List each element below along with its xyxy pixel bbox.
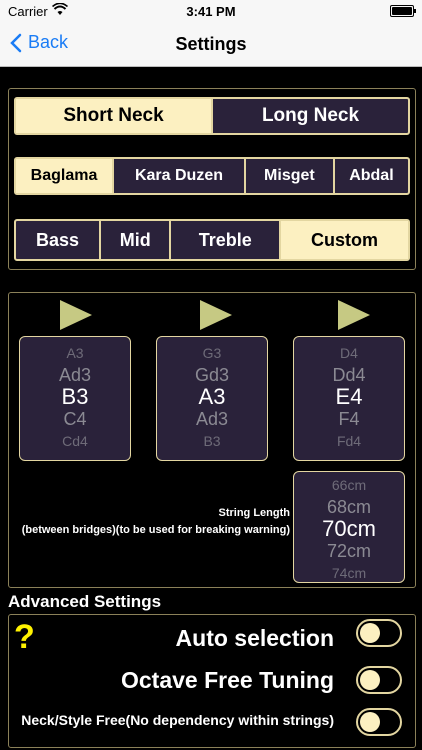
style-option-kara-duzen[interactable]: Kara Duzen	[112, 159, 244, 193]
clock: 3:41 PM	[186, 4, 236, 19]
note-picker-2[interactable]: G3 Gd3 A3 Ad3 B3	[156, 336, 268, 461]
neck-option-short[interactable]: Short Neck	[16, 99, 211, 133]
picker-row: C4	[63, 409, 87, 429]
string-option-bass[interactable]: Bass	[16, 221, 99, 259]
neck-segmented-control: Short Neck Long Neck	[14, 97, 410, 135]
picker-row: B3	[203, 433, 221, 449]
picker-row: Ad3	[58, 365, 92, 385]
string-option-treble[interactable]: Treble	[169, 221, 279, 259]
picker-row: 66cm	[331, 477, 367, 493]
style-option-misget[interactable]: Misget	[243, 159, 333, 193]
help-button[interactable]: ?	[14, 618, 35, 657]
toggle-knob	[360, 623, 380, 643]
picker-row: Ad3	[195, 409, 229, 429]
auto-selection-toggle[interactable]	[356, 619, 402, 647]
picker-row: Fd4	[336, 433, 362, 449]
string-option-custom[interactable]: Custom	[278, 221, 408, 259]
picker-row: D4	[340, 345, 358, 361]
style-option-abdal[interactable]: Abdal	[332, 159, 408, 193]
auto-selection-label: Auto selection	[175, 625, 334, 651]
picker-row: 68cm	[326, 497, 371, 517]
string-length-label: String Length (between bridges)(to be us…	[14, 507, 290, 536]
picker-row: Gd3	[194, 365, 230, 385]
note-picker-3[interactable]: D4 Dd4 E4 F4 Fd4	[293, 336, 405, 461]
advanced-settings-title: Advanced Settings	[8, 592, 162, 611]
octave-free-tuning-toggle[interactable]	[356, 666, 402, 694]
picker-row: G3	[202, 345, 222, 361]
tuning-style-segmented-control: Baglama Kara Duzen Misget Abdal	[14, 157, 410, 195]
play-icon[interactable]	[338, 300, 370, 330]
picker-row: 74cm	[331, 565, 367, 581]
string-length-picker[interactable]: 66cm 68cm 70cm 72cm 74cm	[293, 471, 405, 583]
picker-row: Dd4	[332, 365, 366, 385]
toggle-knob	[360, 670, 380, 690]
neck-option-long[interactable]: Long Neck	[211, 99, 408, 133]
picker-row: A3	[66, 345, 84, 361]
battery-icon	[390, 5, 416, 17]
picker-row: 72cm	[326, 541, 371, 561]
picker-row: Cd4	[62, 433, 88, 449]
string-length-subtitle: (between bridges)(to be used for breakin…	[21, 524, 290, 536]
style-option-baglama[interactable]: Baglama	[16, 159, 113, 193]
picker-row-selected: B3	[61, 384, 89, 409]
picker-row-selected: 70cm	[322, 516, 376, 541]
picker-row: F4	[338, 409, 360, 429]
neck-style-free-toggle[interactable]	[356, 708, 402, 736]
string-group-segmented-control: Bass Mid Treble Custom	[14, 219, 410, 261]
neck-style-free-label: Neck/Style Free(No dependency within str…	[21, 712, 334, 728]
play-icon[interactable]	[200, 300, 232, 330]
string-length-title: String Length	[218, 507, 291, 519]
play-icon[interactable]	[60, 300, 92, 330]
navigation-bar: Back Settings	[0, 22, 422, 67]
picker-row-selected: A3	[198, 384, 226, 409]
toggle-knob	[360, 712, 380, 732]
string-option-mid[interactable]: Mid	[99, 221, 169, 259]
picker-row-selected: E4	[335, 384, 363, 409]
note-picker-1[interactable]: A3 Ad3 B3 C4 Cd4	[19, 336, 131, 461]
status-bar: Carrier 3:41 PM	[0, 0, 422, 22]
octave-free-tuning-label: Octave Free Tuning	[120, 667, 334, 693]
page-title: Settings	[175, 34, 247, 54]
